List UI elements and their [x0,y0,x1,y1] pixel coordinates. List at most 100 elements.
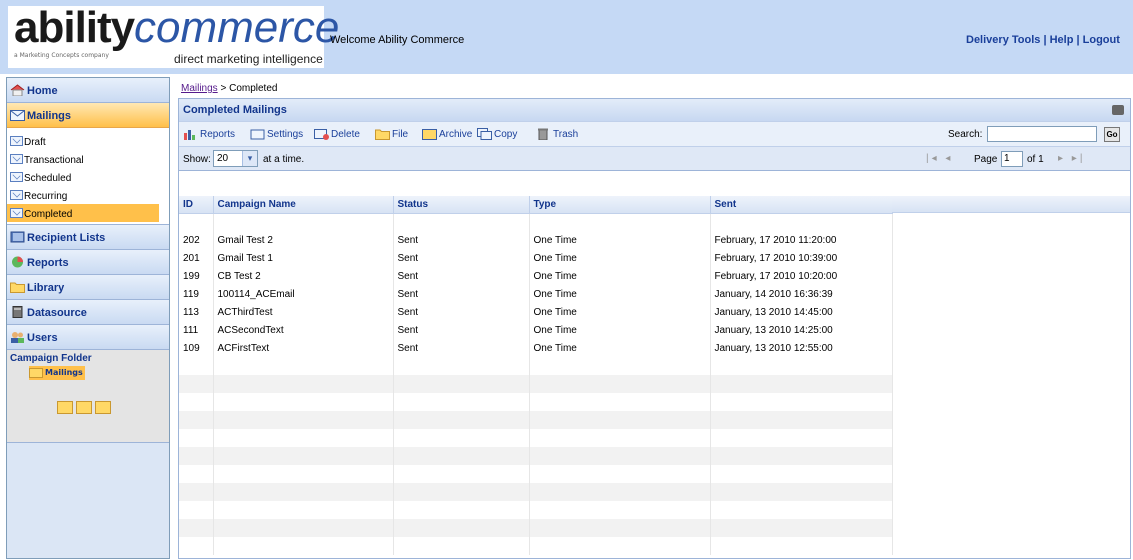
col-campaign-name[interactable]: Campaign Name [213,196,394,214]
table-cell: 111 [179,321,214,339]
mailings-table: ID Campaign Name Status Type Sent 203 AC … [179,196,1130,560]
book-icon [10,231,25,243]
next-last-page-icons[interactable]: ▸ ▸| [1058,153,1085,164]
trash-button[interactable]: Trash [536,128,578,142]
folder-item-mailings[interactable]: Mailings [29,366,85,380]
settings-button[interactable]: Settings [250,128,303,142]
nav-users[interactable]: Users [7,325,169,350]
table-cell: One Time [529,213,711,231]
table-cell: February, 17 2010 10:20:00 [710,267,893,285]
table-cell: 109 [179,339,214,357]
table-cell: One Time [529,321,711,339]
home-icon [10,84,25,96]
nav-mailings[interactable]: Mailings [7,103,169,128]
table-cell: February, 17 2010 13:00:00 [710,213,893,231]
table-row[interactable]: 119 100114_ACEmail Sent One Time January, 14… [179,285,893,303]
archive-icon [422,129,437,140]
show-label: Show: [183,154,211,165]
campaign-folder-panel: Campaign Folder Mailings [7,350,169,443]
delivery-tools-link[interactable]: Delivery Tools [966,34,1040,46]
completed-mailings-panel: Completed Mailings Reports Settings Dele… [178,98,1131,559]
pager-bar: Show: 20 ▾ at a time. |◂ ◂ Page 1 of 1 ▸ … [179,147,1130,171]
empty-row [179,483,893,501]
file-button[interactable]: File [375,128,408,142]
binoculars-icon[interactable] [1112,105,1124,115]
folder-icon [10,282,25,293]
logout-link[interactable]: Logout [1083,34,1120,46]
mail-icon [10,154,23,164]
header-filler [892,196,1130,213]
table-row[interactable]: 201 Gmail Test 1 Sent One Time February, 17 … [179,249,893,267]
header: ability commerce a Marketing Concepts co… [0,0,1133,74]
page-label: Page [974,154,998,165]
table-row[interactable]: 199 CB Test 2 Sent One Time February, 17 201… [179,267,893,285]
table-cell: One Time [529,303,711,321]
logo: ability commerce a Marketing Concepts co… [8,4,339,68]
sub-item-scheduled[interactable]: Scheduled [7,168,159,186]
empty-row [179,411,893,429]
nav-reports[interactable]: Reports [7,250,169,275]
show-count-select[interactable]: 20 ▾ [213,150,258,167]
table-cell: One Time [529,249,711,267]
table-row[interactable]: 109 ACFirstText Sent One Time January, 13 20… [179,339,893,357]
search-go-icon[interactable]: Go [1104,127,1120,142]
empty-row [179,429,893,447]
table-cell: Sent [393,267,530,285]
chart-icon [184,130,195,140]
sub-item-draft[interactable]: Draft [7,132,159,150]
chart-icon [12,256,23,268]
users-icon [11,332,24,343]
reports-button[interactable]: Reports [183,128,235,142]
rename-folder-icon[interactable] [76,401,92,414]
breadcrumb-mailings-link[interactable]: Mailings [181,83,218,94]
welcome-text: Welcome Ability Commerce [330,34,465,46]
table-row[interactable]: 202 Gmail Test 2 Sent One Time February, 17 … [179,231,893,249]
delete-folder-icon[interactable] [95,401,111,414]
sidebar: Home Mailings Draft Transactional Schedu… [6,77,170,559]
page-of-label: of 1 [1027,154,1044,165]
col-id[interactable]: ID [179,196,214,214]
table-cell: 113 [179,303,214,321]
table-cell: CB Test 2 [213,267,394,285]
empty-row [179,519,893,537]
delete-button[interactable]: Delete [314,128,360,142]
settings-icon [250,129,265,140]
copy-button[interactable]: Copy [477,128,517,142]
table-cell: 203 [179,213,214,231]
sub-item-transactional[interactable]: Transactional [7,150,159,168]
search-input[interactable] [987,126,1097,142]
empty-row [179,465,893,483]
nav-home[interactable]: Home [7,78,169,103]
archive-button[interactable]: Archive [422,128,472,142]
table-cell: Sent [393,321,530,339]
nav-datasource[interactable]: Datasource [7,300,169,325]
col-sent[interactable]: Sent [710,196,893,214]
table-cell: Gmail Test 1 [213,249,394,267]
nav-recipient-lists[interactable]: Recipient Lists [7,225,169,250]
table-row[interactable]: 203 AC Test 1 Sent One Time February, 17 201… [179,213,893,231]
first-prev-page-icons[interactable]: |◂ ◂ [926,153,953,164]
table-cell: One Time [529,339,711,357]
table-cell: One Time [529,267,711,285]
table-cell: One Time [529,285,711,303]
table-cell: Gmail Test 2 [213,231,394,249]
nav-library[interactable]: Library [7,275,169,300]
table-cell: Sent [393,285,530,303]
sub-item-completed[interactable]: Completed [7,204,159,222]
col-status[interactable]: Status [393,196,530,214]
table-cell: 100114_ACEmail [213,285,394,303]
col-type[interactable]: Type [529,196,711,214]
new-folder-icon[interactable] [57,401,73,414]
mail-icon [10,208,23,218]
mailings-submenu: Draft Transactional Scheduled Recurring … [7,128,169,225]
help-link[interactable]: Help [1050,34,1074,46]
empty-row [179,375,893,393]
table-row[interactable]: 113 ACThirdTest Sent One Time January, 13 20… [179,303,893,321]
table-cell: ACSecondText [213,321,394,339]
table-cell: ACFirstText [213,339,394,357]
toolbar: Reports Settings Delete File Archive Cop… [179,121,1130,147]
page-input[interactable]: 1 [1001,151,1023,167]
sub-item-recurring[interactable]: Recurring [7,186,159,204]
folder-icon [375,129,390,140]
table-row[interactable]: 111 ACSecondText Sent One Time January, 13 2… [179,321,893,339]
